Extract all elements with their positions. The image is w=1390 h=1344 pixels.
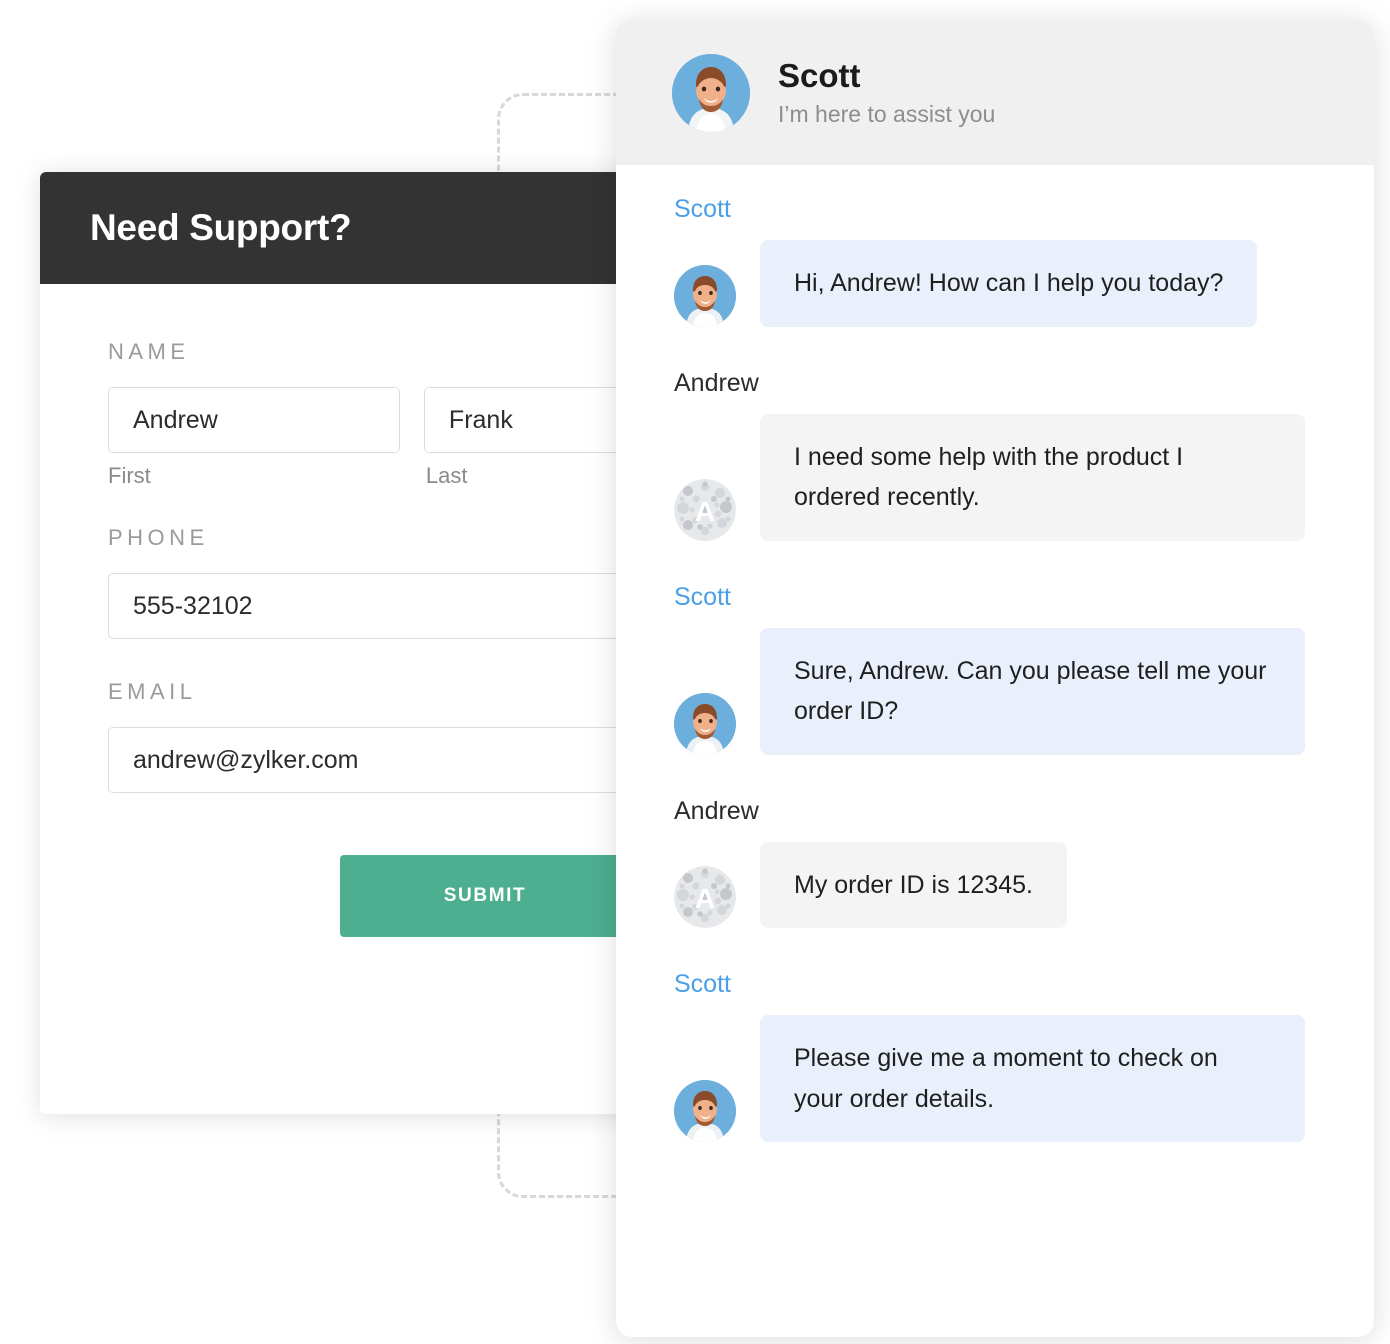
first-name-input[interactable]: Andrew	[108, 387, 400, 453]
agent-avatar-icon	[674, 264, 736, 327]
support-form-header: Need Support?	[40, 172, 680, 284]
agent-avatar-icon	[674, 1080, 736, 1142]
message-bubble: Sure, Andrew. Can you please tell me you…	[760, 627, 1305, 755]
email-label: EMAIL	[108, 679, 197, 704]
phone-input[interactable]: 555-32102	[108, 573, 668, 639]
user-initial-avatar-icon: A	[674, 866, 736, 928]
agent-avatar-header	[672, 53, 750, 132]
support-form-body: NAME Andrew Frank First Last PHONE 555-3…	[40, 284, 680, 937]
message-bubble: Please give me a moment to check on your…	[760, 1015, 1305, 1142]
svg-text:A: A	[695, 496, 715, 527]
message-row: Hi, Andrew! How can I help you today?	[674, 240, 1334, 327]
submit-row: SUBMIT	[108, 855, 630, 937]
name-inputs-row: Andrew Frank	[108, 387, 630, 453]
chat-message: Scott Sure, Andrew. Can you please tell …	[674, 583, 1334, 755]
svg-text:A: A	[695, 883, 715, 914]
message-row: A I need some help with the product I ord…	[674, 413, 1334, 541]
chat-message-list[interactable]: Scott Hi, Andrew! How can I help you tod…	[616, 165, 1374, 1337]
message-sender-name: Andrew	[674, 368, 759, 397]
message-row: Please give me a moment to check on your…	[674, 1015, 1334, 1142]
email-input[interactable]: andrew@zylker.com	[108, 727, 668, 793]
last-name-caption: Last	[425, 463, 468, 488]
phone-label: PHONE	[108, 525, 209, 550]
support-form-card: Need Support? NAME Andrew Frank First La…	[40, 172, 680, 1114]
chat-header: Scott I’m here to assist you	[616, 20, 1374, 165]
message-sender-name: Scott	[674, 582, 731, 611]
chat-agent-tagline: I’m here to assist you	[778, 100, 996, 127]
message-row: A My order ID is 12345.	[674, 841, 1334, 928]
message-sender-name: Andrew	[674, 796, 759, 825]
last-name-input[interactable]: Frank	[423, 387, 630, 453]
agent-avatar-icon	[674, 692, 736, 755]
message-bubble: I need some help with the product I orde…	[760, 413, 1305, 541]
chat-message: Andrew A I need some help with the product…	[674, 369, 1334, 541]
user-initial-avatar-icon: A	[674, 478, 736, 541]
chat-message: Scott Please give me a moment to check o…	[674, 970, 1334, 1142]
submit-button[interactable]: SUBMIT	[340, 855, 630, 937]
chat-widget: Scott I’m here to assist you Scott Hi, A…	[616, 20, 1374, 1337]
message-bubble: My order ID is 12345.	[760, 841, 1067, 928]
phone-field-group: PHONE 555-32102	[108, 525, 668, 639]
message-row: Sure, Andrew. Can you please tell me you…	[674, 627, 1334, 755]
chat-message: Scott Hi, Andrew! How can I help you tod…	[674, 195, 1334, 327]
message-bubble: Hi, Andrew! How can I help you today?	[760, 240, 1258, 327]
name-captions-row: First Last	[108, 463, 630, 489]
chat-agent-name: Scott	[778, 57, 861, 95]
first-name-caption: First	[108, 463, 151, 488]
email-field-group: EMAIL andrew@zylker.com	[108, 679, 668, 793]
chat-header-texts: Scott I’m here to assist you	[778, 57, 995, 128]
support-form-title: Need Support?	[90, 207, 352, 248]
name-label: NAME	[108, 339, 190, 364]
chat-message: Andrew A My order ID is 12345.	[674, 796, 1334, 928]
screenshot-stage: Need Support? NAME Andrew Frank First La…	[0, 0, 1390, 1344]
message-sender-name: Scott	[674, 970, 731, 998]
message-sender-name: Scott	[674, 195, 731, 223]
name-field-group: NAME Andrew Frank First Last	[108, 339, 630, 489]
